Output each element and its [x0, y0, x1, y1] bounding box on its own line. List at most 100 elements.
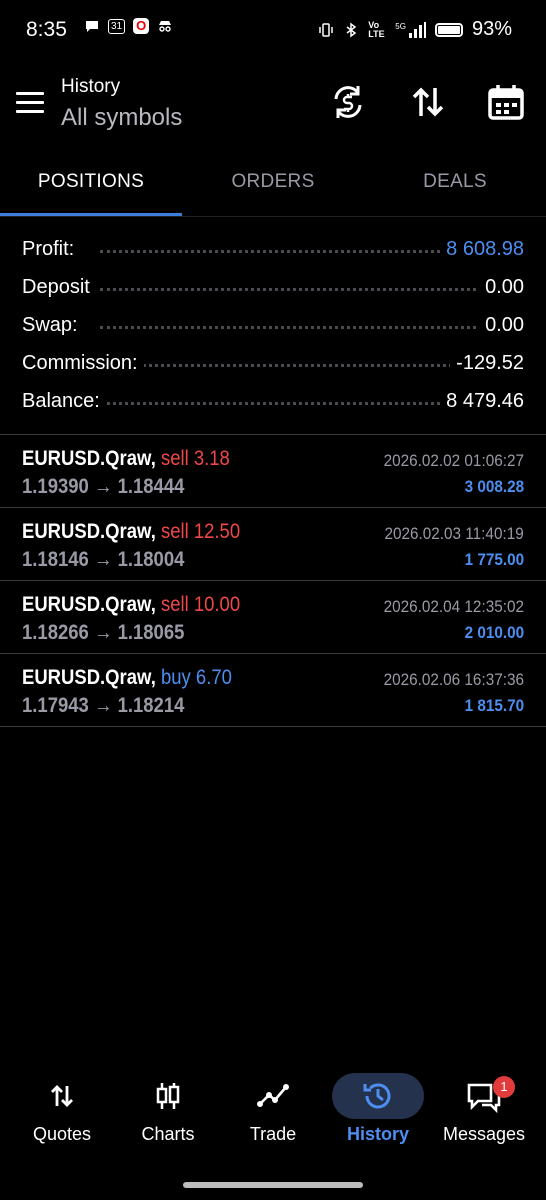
- leader-dots: [100, 402, 476, 405]
- list-item[interactable]: EURUSD.Qraw, sell 10.00 1.18266 → 1.1806…: [0, 581, 546, 654]
- tab-orders[interactable]: ORDERS: [182, 171, 364, 193]
- arrow-icon: →: [93, 621, 113, 644]
- deal-side: sell 3.18: [160, 447, 230, 470]
- leader-dots: [100, 326, 476, 329]
- symbol-filter[interactable]: All symbols: [61, 104, 182, 132]
- deal-profit: 2 010.00: [464, 623, 524, 642]
- deposit-label: Deposit: [22, 276, 96, 299]
- status-bar: 8:35 31 O Vo LTE 5G 93%: [0, 0, 546, 60]
- network-type: 5G: [395, 21, 406, 31]
- bottom-nav: Quotes Charts Trade History 1 Messages: [0, 1068, 546, 1168]
- profit-value: 8 608.98: [440, 238, 524, 261]
- leader-dots: [100, 250, 476, 253]
- volte-icon: Vo LTE: [368, 19, 385, 39]
- deal-symbol: EURUSD.Qraw,: [22, 593, 156, 616]
- page-title: History: [61, 76, 121, 97]
- calendar-icon[interactable]: [486, 82, 526, 122]
- close-price: 1.18004: [117, 548, 185, 571]
- app-bar: History All symbols: [0, 70, 546, 140]
- sort-icon[interactable]: [408, 82, 448, 122]
- nav-messages-label: Messages: [442, 1124, 526, 1144]
- balance-value: 8 479.46: [440, 390, 524, 413]
- nav-history-label: History: [346, 1124, 409, 1144]
- menu-icon[interactable]: [16, 92, 44, 114]
- swap-label: Swap:: [22, 314, 84, 337]
- home-indicator[interactable]: [183, 1182, 363, 1188]
- status-time: 8:35: [26, 18, 67, 41]
- swap-value: 0.00: [479, 314, 524, 337]
- history-tabs: POSITIONS ORDERS DEALS: [0, 155, 546, 217]
- tab-divider: [0, 216, 546, 217]
- deal-symbol-line: EURUSD.Qraw, sell 10.00: [22, 593, 240, 617]
- deal-side: buy 6.70: [160, 666, 232, 689]
- close-price: 1.18444: [117, 475, 185, 498]
- notification-icons: 31 O: [84, 18, 173, 34]
- chat-bubble-icon: [86, 21, 98, 32]
- positions-list: EURUSD.Qraw, sell 3.18 1.19390 → 1.18444…: [0, 434, 546, 727]
- battery-icon: [434, 22, 463, 37]
- signal-bars-icon: [408, 21, 426, 38]
- battery-percent: 93%: [471, 18, 512, 40]
- open-price: 1.18266: [22, 621, 89, 644]
- status-right-icons: Vo LTE 5G 93%: [318, 18, 512, 41]
- deal-prices: 1.19390 → 1.18444: [22, 475, 184, 499]
- balance-label: Balance:: [22, 390, 106, 413]
- calendar-icon: 31: [108, 18, 126, 34]
- open-price: 1.19390: [22, 475, 89, 498]
- list-item[interactable]: EURUSD.Qraw, buy 6.70 1.17943 → 1.18214 …: [0, 654, 546, 727]
- close-price: 1.18214: [117, 694, 185, 717]
- nav-quotes[interactable]: Quotes: [9, 1068, 115, 1145]
- deal-symbol: EURUSD.Qraw,: [22, 666, 156, 689]
- deal-prices: 1.18266 → 1.18065: [22, 621, 184, 645]
- summary-panel: Profit: 8 608.98 Deposit 0.00 Swap: 0.00…: [0, 230, 546, 420]
- leader-dots: [100, 288, 476, 291]
- tab-positions[interactable]: POSITIONS: [0, 171, 182, 193]
- summary-deposit-row: Deposit 0.00: [0, 268, 546, 306]
- open-price: 1.17943: [22, 694, 89, 717]
- tab-deals[interactable]: DEALS: [364, 171, 546, 193]
- summary-swap-row: Swap: 0.00: [0, 306, 546, 344]
- deal-profit: 3 008.28: [464, 477, 524, 496]
- deal-side: sell 10.00: [160, 593, 241, 616]
- commission-value: -129.52: [450, 352, 524, 375]
- active-nav-highlight: [332, 1073, 424, 1119]
- nav-history[interactable]: History: [325, 1068, 431, 1145]
- open-price: 1.18146: [22, 548, 89, 571]
- signal-icon: 5G: [395, 21, 426, 38]
- deal-time: 2026.02.02 01:06:27: [383, 451, 524, 470]
- opera-icon: O: [133, 18, 150, 34]
- currency-refresh-icon[interactable]: [328, 82, 368, 122]
- deal-prices: 1.17943 → 1.18214: [22, 694, 184, 718]
- arrow-icon: →: [93, 475, 113, 498]
- arrow-icon: →: [93, 694, 113, 717]
- deal-time: 2026.02.06 16:37:36: [383, 670, 524, 689]
- candlestick-chart-icon: [156, 1083, 180, 1109]
- nav-quotes-label: Quotes: [32, 1124, 92, 1144]
- summary-commission-row: Commission: -129.52: [0, 344, 546, 382]
- deal-time: 2026.02.03 11:40:19: [384, 524, 524, 543]
- commission-label: Commission:: [22, 352, 144, 375]
- deposit-value: 0.00: [479, 276, 524, 299]
- list-item[interactable]: EURUSD.Qraw, sell 3.18 1.19390 → 1.18444…: [0, 435, 546, 508]
- bluetooth-icon: [346, 22, 357, 37]
- close-price: 1.18065: [117, 621, 185, 644]
- history-clock-icon: [363, 1083, 391, 1109]
- deal-side: sell 12.50: [160, 520, 241, 543]
- deal-symbol-line: EURUSD.Qraw, sell 12.50: [22, 520, 240, 544]
- deal-profit: 1 815.70: [464, 696, 524, 715]
- deal-profit: 1 775.00: [464, 550, 524, 569]
- nav-messages[interactable]: 1 Messages: [431, 1068, 537, 1145]
- deal-symbol-line: EURUSD.Qraw, buy 6.70: [22, 666, 232, 690]
- deal-symbol: EURUSD.Qraw,: [22, 520, 156, 543]
- summary-balance-row: Balance: 8 479.46: [0, 382, 546, 420]
- nav-trade-label: Trade: [249, 1124, 297, 1144]
- list-item[interactable]: EURUSD.Qraw, sell 12.50 1.18146 → 1.1800…: [0, 508, 546, 581]
- quotes-icon: [51, 1085, 73, 1107]
- nav-charts-label: Charts: [141, 1124, 195, 1144]
- deal-time: 2026.02.04 12:35:02: [383, 597, 524, 616]
- nav-charts[interactable]: Charts: [115, 1068, 221, 1145]
- arrow-icon: →: [93, 548, 113, 571]
- trade-line-icon: [257, 1084, 289, 1107]
- vibrate-icon: [319, 22, 334, 37]
- nav-trade[interactable]: Trade: [220, 1068, 326, 1145]
